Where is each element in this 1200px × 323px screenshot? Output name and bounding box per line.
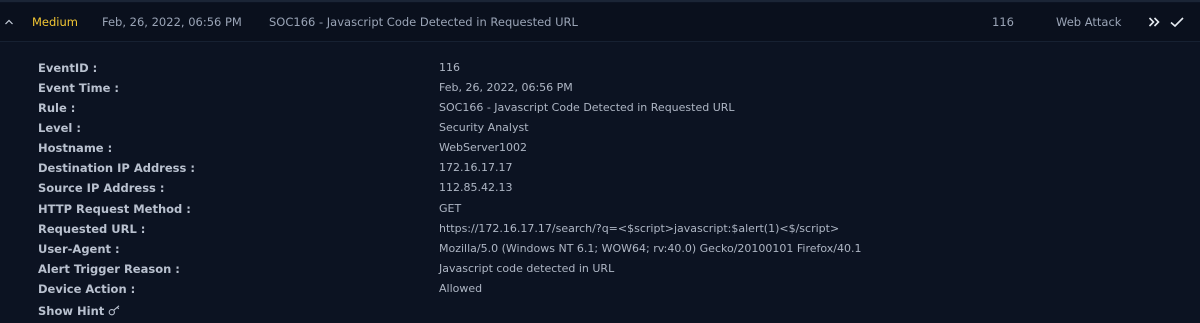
detail-value: Javascript code detected in URL <box>439 262 615 275</box>
detail-label: Alert Trigger Reason : <box>38 262 180 276</box>
detail-value: 116 <box>439 61 460 74</box>
detail-label: HTTP Request Method : <box>38 202 191 216</box>
alert-rule: SOC166 - Javascript Code Detected in Req… <box>269 15 578 29</box>
detail-value: Security Analyst <box>439 121 529 134</box>
detail-label: Event Time : <box>38 81 120 95</box>
show-hint-button[interactable]: Show Hint <box>38 304 121 318</box>
detail-label: User-Agent : <box>38 242 120 256</box>
detail-row-event-time: Event Time : Feb, 26, 2022, 06:56 PM <box>0 79 1200 99</box>
alert-type: Web Attack <box>1056 15 1122 29</box>
detail-value: Feb, 26, 2022, 06:56 PM <box>439 81 573 94</box>
detail-row-http-method: HTTP Request Method : GET <box>0 200 1200 220</box>
detail-row-destination-ip: Destination IP Address : 172.16.17.17 <box>0 159 1200 179</box>
detail-value: Mozilla/5.0 (Windows NT 6.1; WOW64; rv:4… <box>439 242 862 255</box>
key-icon <box>108 305 120 316</box>
detail-row-hostname: Hostname : WebServer1002 <box>0 139 1200 159</box>
alert-details-panel: EventID : 116 Event Time : Feb, 26, 2022… <box>0 42 1200 323</box>
detail-row-event-id: EventID : 116 <box>0 59 1200 79</box>
detail-row-requested-url: Requested URL : https://172.16.17.17/sea… <box>0 220 1200 240</box>
detail-label: Device Action : <box>38 282 136 296</box>
detail-value: SOC166 - Javascript Code Detected in Req… <box>439 101 735 114</box>
detail-label: EventID : <box>38 61 98 75</box>
detail-label: Hostname : <box>38 141 113 155</box>
alert-row-header[interactable]: Medium Feb, 26, 2022, 06:56 PM SOC166 - … <box>0 3 1200 42</box>
top-divider <box>0 0 1200 2</box>
detail-label: Requested URL : <box>38 222 146 236</box>
detail-value: WebServer1002 <box>439 141 528 154</box>
detail-row-trigger-reason: Alert Trigger Reason : Javascript code d… <box>0 260 1200 280</box>
detail-label: Destination IP Address : <box>38 161 195 175</box>
detail-row-source-ip: Source IP Address : 112.85.42.13 <box>0 179 1200 199</box>
checkmark-icon[interactable] <box>1169 14 1185 33</box>
detail-value: Allowed <box>439 282 483 295</box>
show-hint-label: Show Hint <box>38 304 105 318</box>
detail-value: 112.85.42.13 <box>439 181 513 194</box>
detail-row-device-action: Device Action : Allowed <box>0 280 1200 300</box>
detail-label: Level : <box>38 121 81 135</box>
detail-value: 172.16.17.17 <box>439 161 513 174</box>
alert-date: Feb, 26, 2022, 06:56 PM <box>102 15 242 29</box>
alert-view: Medium Feb, 26, 2022, 06:56 PM SOC166 - … <box>0 0 1200 323</box>
double-chevron-right-icon[interactable] <box>1148 14 1162 33</box>
detail-value: https://172.16.17.17/search/?q=<$script>… <box>439 222 840 235</box>
detail-row-user-agent: User-Agent : Mozilla/5.0 (Windows NT 6.1… <box>0 240 1200 260</box>
alert-event-id: 116 <box>992 15 1014 29</box>
detail-label: Source IP Address : <box>38 181 165 195</box>
detail-row-level: Level : Security Analyst <box>0 119 1200 139</box>
row-actions <box>1148 13 1185 33</box>
detail-row-rule: Rule : SOC166 - Javascript Code Detected… <box>0 99 1200 119</box>
severity-badge: Medium <box>32 15 78 29</box>
chevron-up-icon[interactable] <box>5 18 13 26</box>
detail-value: GET <box>439 202 462 215</box>
detail-label: Rule : <box>38 101 76 115</box>
